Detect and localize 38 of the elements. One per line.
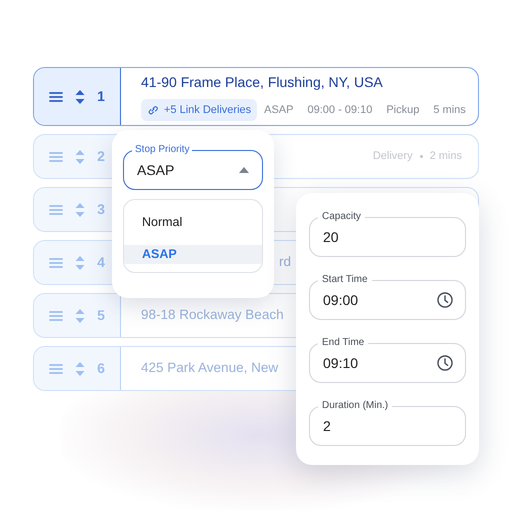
link-deliveries-badge[interactable]: +5 Link Deliveries [141,98,258,122]
stop-number: 5 [97,306,105,325]
option-item[interactable]: ASAP [124,245,262,264]
stop-number: 4 [97,253,105,272]
stop-address: 98-18 Rockaway Beach [141,306,284,324]
drag-handle-icon [49,256,64,268]
stop-detail: 2 mins [430,149,462,164]
link-icon [147,104,159,116]
clock-icon [437,292,453,308]
sort-icon [75,308,86,322]
field-label: Capacity [318,210,365,224]
stop-row[interactable]: 1 41-90 Frame Place, Flushing, NY, USA +5 Link Deliveries ASAP 09:00 - 09:10 Pickup 5 mins [33,67,479,126]
stop-address: rd [278,253,291,272]
option-item[interactable]: Normal [124,200,262,245]
stop-address: 41-90 Frame Place, Flushing, NY, USA [141,72,383,92]
drag-handle-icon [49,90,64,102]
stop-address: 425 Park Avenue, New [141,359,278,378]
sort-icon [75,202,86,216]
sort-icon [75,90,86,104]
stop-number: 6 [97,359,105,378]
field-label: Duration (Min.) [318,399,392,413]
stop-detail: 09:00 - 09:10 [307,102,372,118]
sort-icon [75,256,86,270]
field-label: Stop Priority [132,143,192,157]
stop-number: 3 [97,200,105,219]
stop-detail: ASAP [264,102,294,118]
sort-icon [75,150,86,164]
stop-number: 2 [97,147,105,166]
drag-handle-icon [49,362,64,374]
sort-icon [75,362,86,376]
stop-detail: Delivery [372,149,413,164]
drag-handle-icon [49,204,64,216]
stop-detail: Pickup [386,102,420,118]
clock-icon [437,355,453,371]
drag-handle-icon [49,150,64,162]
stop-number: 1 [97,87,105,106]
stop-detail: 5 mins [433,102,466,118]
drag-handle-icon [49,310,64,322]
